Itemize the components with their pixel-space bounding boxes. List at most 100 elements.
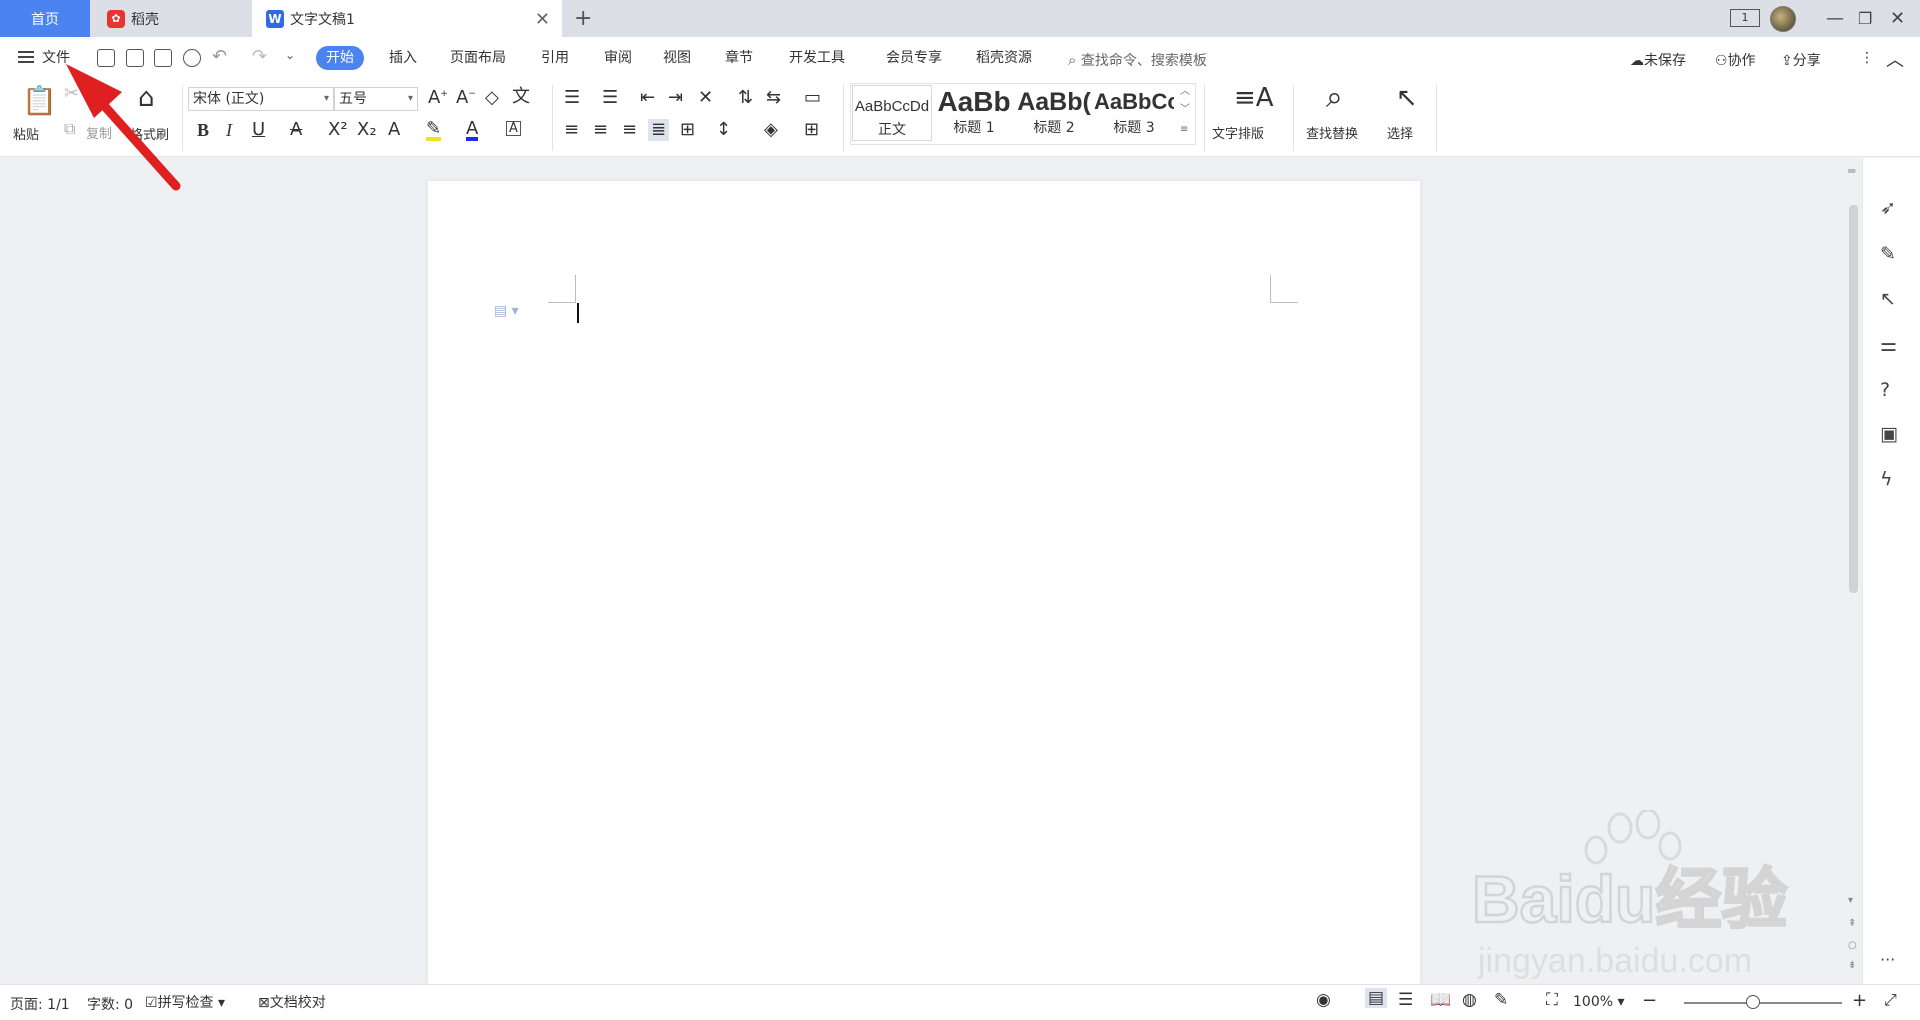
strikethrough-icon[interactable]: A bbox=[290, 121, 302, 139]
tab-insert[interactable]: 插入 bbox=[379, 46, 427, 70]
increase-indent-icon[interactable]: ⇥ bbox=[668, 89, 683, 107]
zoom-out-icon[interactable]: − bbox=[1642, 990, 1657, 1011]
font-size-select[interactable]: 五号 ▾ bbox=[334, 87, 418, 111]
tab-document[interactable]: W 文字文稿1 ✕ bbox=[252, 0, 562, 37]
numbered-list-icon[interactable]: ☰ bbox=[602, 89, 618, 107]
zoom-slider[interactable] bbox=[1684, 1002, 1842, 1004]
select-cursor-icon[interactable]: ↖ bbox=[1396, 85, 1418, 111]
reading-view-icon[interactable]: 📖 bbox=[1430, 990, 1451, 1010]
superscript-icon[interactable]: X² bbox=[328, 121, 348, 139]
avatar[interactable] bbox=[1770, 6, 1796, 32]
customize-quick-access-icon[interactable]: ⌄ bbox=[285, 48, 295, 62]
zoom-in-icon[interactable]: + bbox=[1852, 990, 1867, 1011]
tab-page-layout[interactable]: 页面布局 bbox=[440, 46, 516, 70]
write-mode-icon[interactable]: ✎ bbox=[1494, 990, 1508, 1010]
collapse-ribbon-icon[interactable]: ︿ bbox=[1886, 46, 1904, 72]
line-spacing-icon[interactable]: ↕ bbox=[716, 121, 731, 139]
restore-icon[interactable]: ❐ bbox=[1858, 0, 1872, 37]
image-tool-icon[interactable]: ▣ bbox=[1880, 423, 1898, 445]
style-heading-1[interactable]: AaBb 标题 1 bbox=[934, 85, 1014, 141]
command-search[interactable]: ⌕ 查找命令、搜索模板 bbox=[1068, 50, 1207, 70]
text-layout-icon[interactable]: ≡A bbox=[1234, 85, 1274, 111]
select-button[interactable]: 选择 bbox=[1387, 123, 1413, 142]
font-color-icon[interactable]: A bbox=[466, 120, 479, 141]
shrink-font-icon[interactable]: A− bbox=[456, 89, 476, 107]
borders-icon[interactable]: ⊞ bbox=[804, 121, 819, 139]
text-effect-icon[interactable]: A bbox=[388, 121, 400, 139]
bullet-list-icon[interactable]: ☰ bbox=[564, 89, 580, 107]
spell-check-button[interactable]: ☑拼写检查 ▾ bbox=[145, 992, 225, 1012]
more-tools-icon[interactable]: ··· bbox=[1880, 950, 1895, 969]
align-right-icon[interactable]: ≡ bbox=[622, 121, 637, 139]
lightning-icon[interactable]: ϟ bbox=[1880, 468, 1893, 490]
collaborate-button[interactable]: ⚇协作 bbox=[1715, 50, 1756, 70]
highlight-icon[interactable]: ✎ bbox=[426, 120, 442, 141]
tab-daoke-resources[interactable]: 稻壳资源 bbox=[966, 46, 1042, 70]
scroll-down-icon[interactable]: ▾ bbox=[1848, 895, 1853, 906]
tab-chapters[interactable]: 章节 bbox=[715, 46, 763, 70]
close-tab-icon[interactable]: ✕ bbox=[535, 9, 550, 30]
unsaved-button[interactable]: ☁未保存 bbox=[1630, 50, 1686, 70]
fit-page-icon[interactable]: ⛶ bbox=[1546, 990, 1558, 1010]
zoom-slider-handle[interactable] bbox=[1746, 995, 1760, 1009]
scrollbar-thumb[interactable] bbox=[1849, 205, 1858, 593]
underline-icon[interactable]: U bbox=[252, 121, 265, 139]
decrease-indent-icon[interactable]: ⇤ bbox=[640, 89, 655, 107]
styles-scroll-up-icon[interactable]: ︿ bbox=[1180, 87, 1190, 97]
character-border-icon[interactable]: A bbox=[506, 121, 521, 136]
shading-icon[interactable]: ◈ bbox=[764, 121, 778, 139]
pen-icon[interactable]: ✎ bbox=[1880, 243, 1896, 265]
close-window-icon[interactable]: ✕ bbox=[1890, 0, 1905, 37]
clear-format-icon[interactable]: ◇ bbox=[485, 89, 499, 107]
styles-expand-icon[interactable]: ≡ bbox=[1180, 125, 1188, 135]
minimize-icon[interactable]: — bbox=[1826, 0, 1844, 37]
pointer-icon[interactable]: ↖ bbox=[1880, 288, 1896, 310]
sort-icon[interactable]: ⇅ bbox=[738, 89, 753, 107]
ruler-icon[interactable]: ▭ bbox=[804, 89, 821, 107]
select-browse-icon[interactable]: ○ bbox=[1848, 940, 1857, 951]
rocket-icon[interactable]: ➶ bbox=[1880, 197, 1896, 219]
show-marks-icon[interactable]: ⇆ bbox=[766, 89, 781, 107]
zoom-level[interactable]: 100% ▾ bbox=[1573, 994, 1625, 1010]
style-normal[interactable]: AaBbCcDd 正文 bbox=[852, 85, 932, 141]
tab-references[interactable]: 引用 bbox=[531, 46, 579, 70]
italic-icon[interactable]: I bbox=[226, 121, 232, 139]
page-view-icon[interactable]: ▤ bbox=[1365, 988, 1388, 1008]
find-replace-button[interactable]: 查找替换 bbox=[1306, 123, 1358, 142]
proofread-button[interactable]: ⊠文档校对 bbox=[258, 992, 326, 1012]
word-count[interactable]: 字数: 0 bbox=[87, 994, 133, 1014]
chinese-layout-icon[interactable]: ✕ bbox=[698, 89, 713, 107]
eye-protection-icon[interactable]: ◉ bbox=[1316, 990, 1331, 1010]
grow-font-icon[interactable]: A+ bbox=[428, 89, 448, 107]
style-heading-3[interactable]: AaBbCc 标题 3 bbox=[1094, 85, 1174, 141]
web-view-icon[interactable]: ◍ bbox=[1462, 990, 1477, 1010]
tab-developer[interactable]: 开发工具 bbox=[779, 46, 855, 70]
outline-view-icon[interactable]: ☰ bbox=[1398, 990, 1413, 1010]
find-replace-icon[interactable]: ⌕ bbox=[1326, 83, 1343, 113]
prev-page-icon[interactable]: ⇞ bbox=[1848, 918, 1856, 929]
new-tab-icon[interactable]: + bbox=[574, 6, 592, 31]
tab-view[interactable]: 视图 bbox=[653, 46, 701, 70]
help-icon[interactable]: ? bbox=[1880, 379, 1890, 401]
tab-start[interactable]: 开始 bbox=[316, 46, 364, 70]
phonetic-guide-icon[interactable]: 文 bbox=[512, 88, 530, 106]
paragraph-menu-icon[interactable]: ▤ ▾ bbox=[494, 303, 519, 319]
style-heading-2[interactable]: AaBb( 标题 2 bbox=[1014, 85, 1094, 141]
window-count-icon[interactable]: 1 bbox=[1730, 9, 1760, 27]
distribute-icon[interactable]: ⊞ bbox=[680, 121, 695, 139]
share-button[interactable]: ⇪分享 bbox=[1781, 50, 1821, 70]
next-page-icon[interactable]: ⇟ bbox=[1848, 960, 1856, 971]
redo-icon[interactable]: ↷ bbox=[252, 46, 267, 67]
subscript-icon[interactable]: X₂ bbox=[357, 121, 377, 139]
fullscreen-icon[interactable]: ⤢ bbox=[1884, 990, 1897, 1010]
text-layout-button[interactable]: 文字排版 bbox=[1212, 123, 1264, 142]
align-left-icon[interactable]: ≡ bbox=[564, 121, 579, 139]
tab-review[interactable]: 审阅 bbox=[594, 46, 642, 70]
align-center-icon[interactable]: ≡ bbox=[593, 121, 608, 139]
scroll-top-icon[interactable]: ═ bbox=[1848, 164, 1855, 178]
adjust-icon[interactable]: ⚌ bbox=[1880, 334, 1897, 356]
styles-scroll-down-icon[interactable]: ﹀ bbox=[1180, 105, 1190, 115]
tab-member[interactable]: 会员专享 bbox=[876, 46, 952, 70]
more-icon[interactable]: ⋮ bbox=[1860, 50, 1874, 66]
justify-icon[interactable]: ≣ bbox=[648, 119, 670, 141]
